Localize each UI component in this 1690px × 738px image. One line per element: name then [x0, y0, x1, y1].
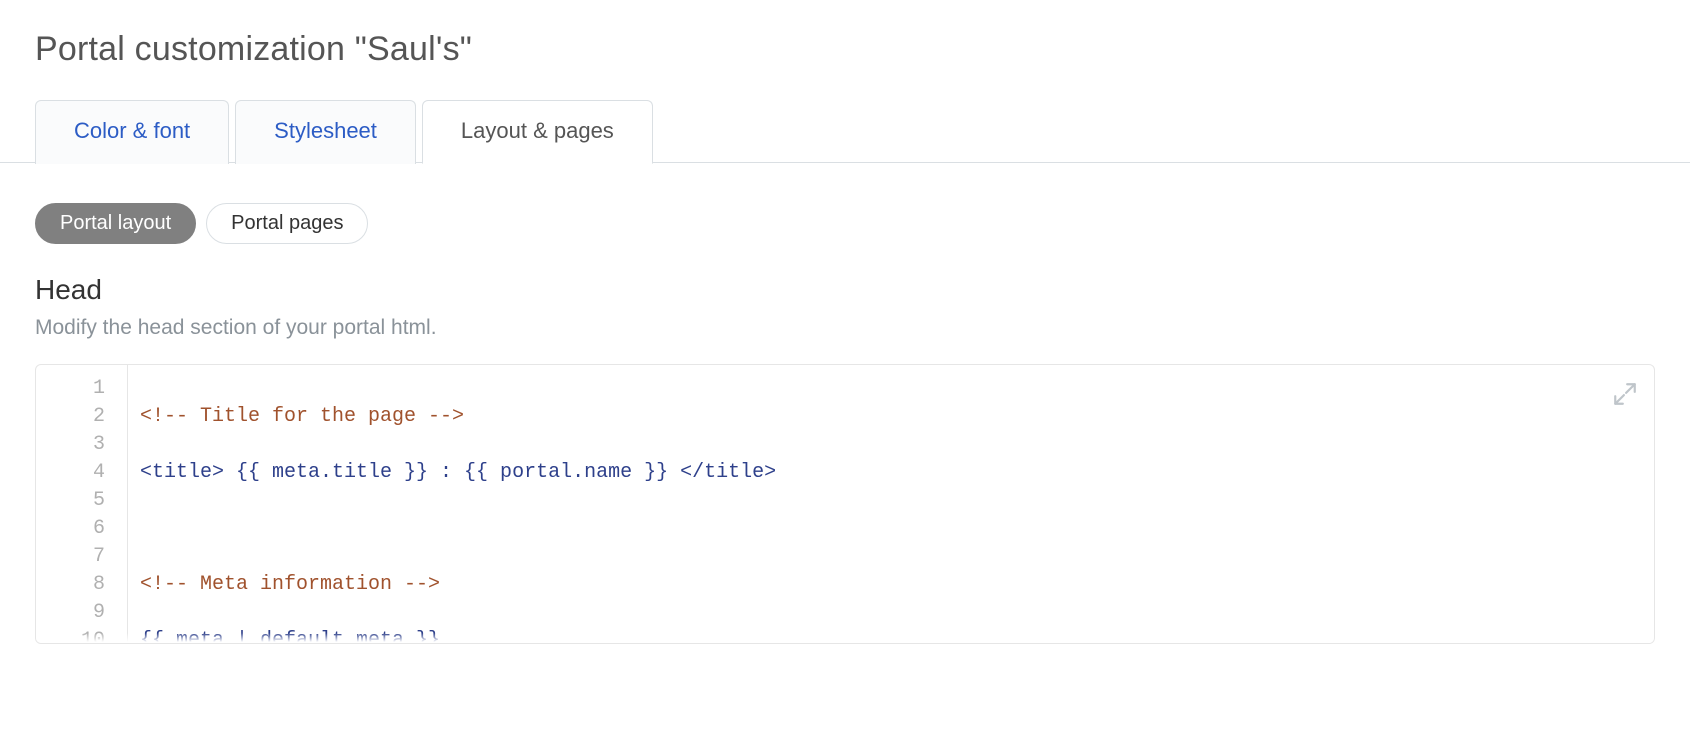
line-number: 9	[36, 599, 117, 627]
page-title: Portal customization "Saul's"	[35, 30, 1655, 69]
subtab-label: Portal pages	[231, 212, 343, 234]
code-editor[interactable]: 1 2 3 4 5 6 7 8 9 10 <!-- Title for the …	[35, 364, 1655, 644]
section-title: Head	[35, 274, 1655, 306]
tab-label: Color & font	[74, 118, 190, 143]
line-number: 6	[36, 515, 117, 543]
code-line: <!-- Meta information -->	[140, 571, 1222, 599]
main-tabs-container: Color & font Stylesheet Layout & pages	[35, 99, 1655, 163]
page-root: Portal customization "Saul's" Color & fo…	[0, 0, 1690, 644]
code-tag: </title>	[680, 461, 776, 484]
line-number: 2	[36, 403, 117, 431]
main-tabs: Color & font Stylesheet Layout & pages	[35, 99, 1655, 163]
tab-color-font[interactable]: Color & font	[35, 100, 229, 164]
code-liquid: {{ meta.title }} : {{ portal.name }}	[224, 461, 680, 484]
code-liquid: {{ meta | default_meta }}	[140, 629, 440, 643]
tab-layout-pages[interactable]: Layout & pages	[422, 100, 653, 164]
subtab-portal-layout[interactable]: Portal layout	[35, 203, 196, 244]
code-line: {{ meta | default_meta }}	[140, 627, 1222, 643]
line-number: 10	[36, 627, 117, 643]
line-number: 5	[36, 487, 117, 515]
tab-stylesheet[interactable]: Stylesheet	[235, 100, 416, 164]
subtab-portal-pages[interactable]: Portal pages	[206, 203, 368, 244]
code-line: <!-- Title for the page -->	[140, 403, 1222, 431]
line-number: 1	[36, 375, 117, 403]
tab-content: Portal layout Portal pages Head Modify t…	[35, 163, 1655, 644]
line-number: 7	[36, 543, 117, 571]
tab-label: Layout & pages	[461, 118, 614, 143]
subtab-label: Portal layout	[60, 212, 171, 234]
code-line	[140, 515, 1222, 543]
code-area[interactable]: <!-- Title for the page --> <title> {{ m…	[128, 365, 1234, 643]
editor-inner: 1 2 3 4 5 6 7 8 9 10 <!-- Title for the …	[36, 365, 1654, 643]
line-number: 4	[36, 459, 117, 487]
code-comment: <!-- Title for the page -->	[140, 405, 464, 428]
tab-label: Stylesheet	[274, 118, 377, 143]
line-number: 8	[36, 571, 117, 599]
line-number: 3	[36, 431, 117, 459]
code-line: <title> {{ meta.title }} : {{ portal.nam…	[140, 459, 1222, 487]
line-number-gutter: 1 2 3 4 5 6 7 8 9 10	[36, 365, 128, 643]
expand-icon[interactable]	[1612, 381, 1638, 407]
code-comment: <!-- Meta information -->	[140, 573, 440, 596]
section-description: Modify the head section of your portal h…	[35, 316, 1655, 340]
code-tag: <title>	[140, 461, 224, 484]
subtab-row: Portal layout Portal pages	[35, 203, 1655, 244]
